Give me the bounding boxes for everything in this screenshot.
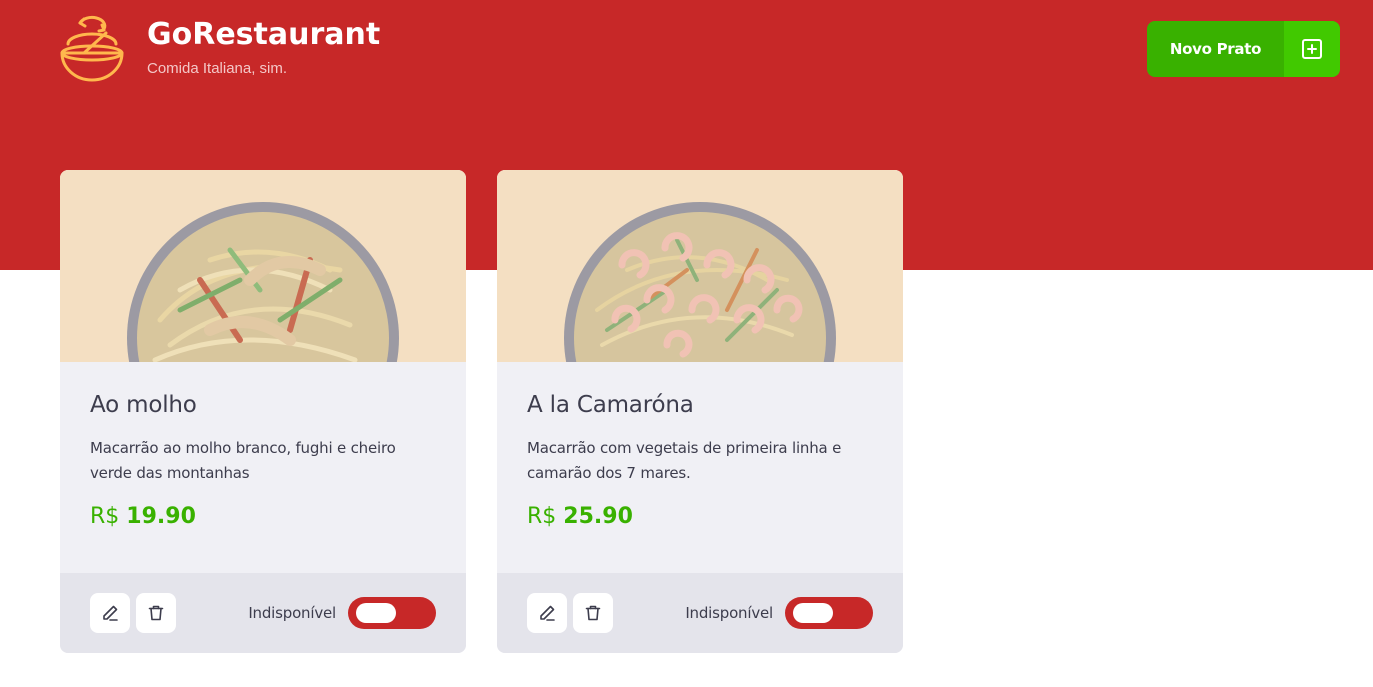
plus-square-icon [1284,21,1340,77]
price-currency: R$ [527,504,557,529]
food-image [497,170,903,362]
app-title: GoRestaurant [147,17,381,52]
food-card: Ao molho Macarrão ao molho branco, fughi… [60,170,466,653]
toggle-knob [356,603,396,623]
food-image [60,170,466,362]
dish-price: R$ 19.90 [90,504,436,529]
app-subtitle: Comida Italiana, sim. [147,60,288,77]
dish-name: A la Camaróna [527,392,694,418]
pencil-icon [103,605,118,621]
edit-button[interactable] [90,593,130,633]
delete-button[interactable] [136,593,176,633]
new-dish-label: Novo Prato [1169,40,1262,58]
availability-label: Indisponível [248,604,336,622]
dish-description: Macarrão ao molho branco, fughi e cheiro… [90,439,396,482]
food-card: A la Camaróna Macarrão com vegetais de p… [497,170,903,653]
availability-label: Indisponível [685,604,773,622]
price-value: 25.90 [563,504,633,529]
card-footer: Indisponível [497,573,903,653]
dish-price: R$ 25.90 [527,504,873,529]
brand: GoRestaurant Comida Italiana, sim. [58,15,380,83]
price-currency: R$ [90,504,120,529]
price-value: 19.90 [126,504,196,529]
trash-icon [585,605,601,621]
availability-toggle[interactable] [785,597,873,629]
shrimp-pasta-image [564,202,836,362]
card-footer: Indisponível [60,573,466,653]
new-dish-button[interactable]: Novo Prato [1147,21,1340,77]
pasta-dish-image [127,202,399,362]
toggle-knob [793,603,833,623]
delete-button[interactable] [573,593,613,633]
bowl-icon [60,15,124,82]
availability-toggle[interactable] [348,597,436,629]
edit-button[interactable] [527,593,567,633]
pencil-icon [540,605,555,621]
dish-description: Macarrão com vegetais de primeira linha … [527,439,842,482]
trash-icon [148,605,164,621]
dish-name: Ao molho [90,392,197,418]
